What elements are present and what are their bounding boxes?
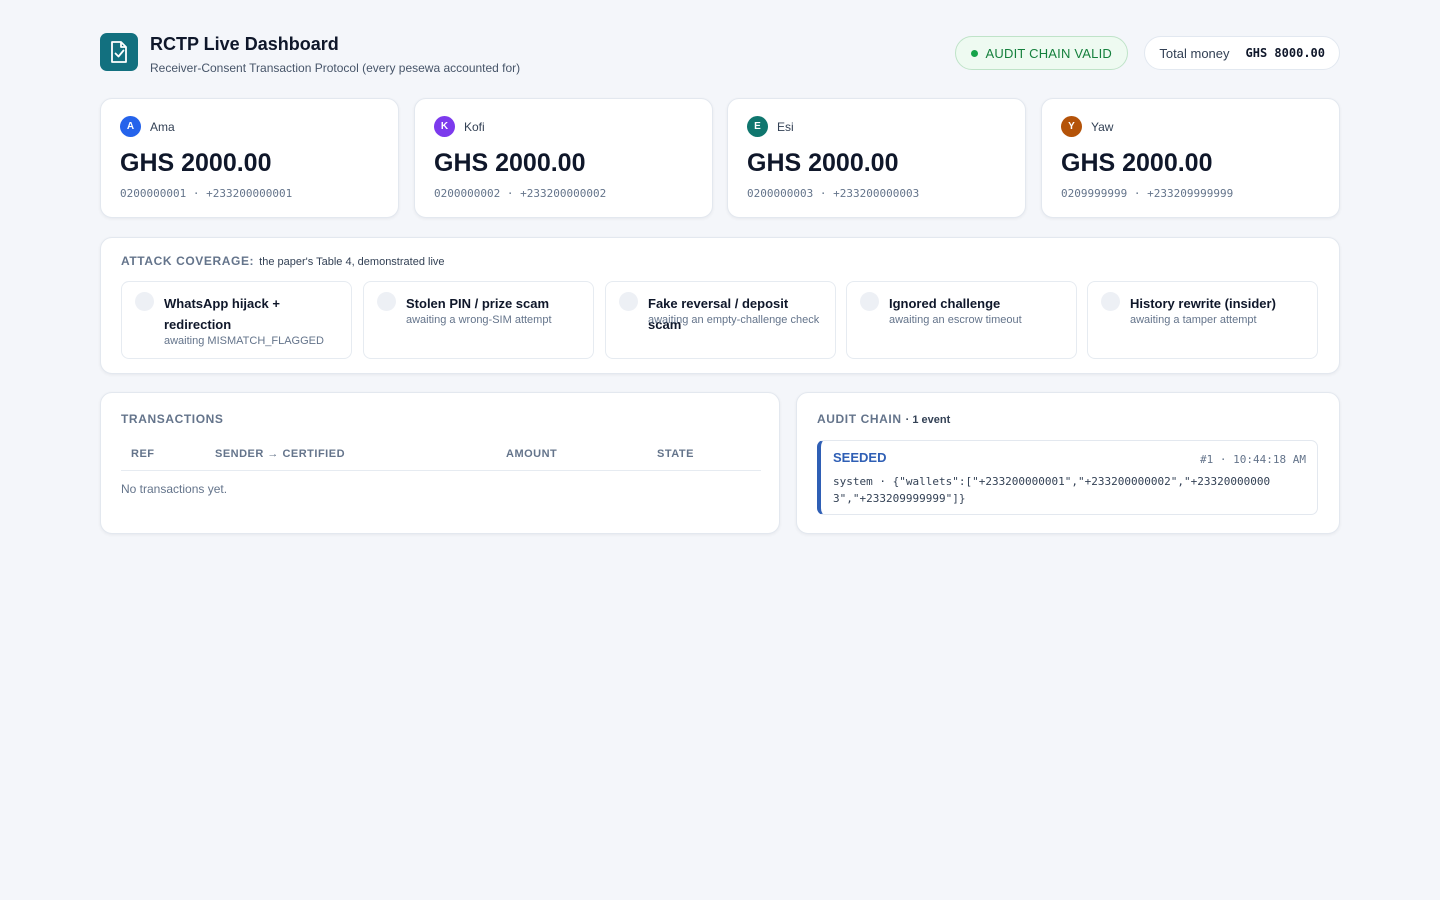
wallet-owner: E Esi — [747, 116, 794, 137]
section-label: AUDIT CHAIN — [817, 412, 902, 426]
attack-status: awaiting a tamper attempt — [1130, 314, 1257, 326]
attack-item-stolen-pin[interactable]: Stolen PIN / prize scam awaiting a wrong… — [363, 281, 594, 359]
attack-status: awaiting a wrong-SIM attempt — [406, 314, 552, 326]
pending-circle-icon — [377, 292, 396, 311]
column-header-sender[interactable]: SENDER → CERTIFIED — [215, 448, 345, 460]
wallet-name: Esi — [777, 119, 794, 134]
wallet-balance: GHS 2000.00 — [747, 149, 899, 177]
avatar: Y — [1061, 116, 1082, 137]
dashboard-header: RCTP Live Dashboard Receiver-Consent Tra… — [100, 33, 1340, 77]
attack-status: awaiting MISMATCH_FLAGGED — [164, 335, 324, 347]
column-header-state[interactable]: STATE — [657, 448, 694, 460]
attack-item-history-rewrite[interactable]: History rewrite (insider) awaiting a tam… — [1087, 281, 1318, 359]
wallet-ids: 0209999999 · +233209999999 — [1061, 187, 1234, 200]
wallet-name: Ama — [150, 119, 175, 134]
wallet-ids: 0200000001 · +233200000001 — [120, 187, 293, 200]
event-body: system · {"wallets":["+233200000001","+2… — [833, 475, 1271, 505]
attack-status: awaiting an empty-challenge check — [648, 314, 820, 326]
total-money-badge: Total money GHS 8000.00 — [1144, 36, 1340, 70]
avatar: E — [747, 116, 768, 137]
section-label: TRANSACTIONS — [121, 412, 224, 426]
wallet-ids: 0200000003 · +233200000003 — [747, 187, 920, 200]
pending-circle-icon — [1101, 292, 1120, 311]
event-type: SEEDED — [833, 450, 887, 465]
page-title: RCTP Live Dashboard — [150, 34, 339, 54]
wallet-balance: GHS 2000.00 — [434, 149, 586, 177]
event-meta: #1 · 10:44:18 AM — [1200, 453, 1306, 466]
status-dot-icon — [970, 49, 978, 57]
wallet-ids: 0200000002 · +233200000002 — [434, 187, 607, 200]
empty-state-text: No transactions yet. — [121, 482, 228, 496]
audit-chain-panel: AUDIT CHAIN · 1 event SEEDED #1 · 10:44:… — [796, 392, 1340, 534]
transactions-panel: TRANSACTIONS REF SENDER → CERTIFIED AMOU… — [100, 392, 780, 534]
wallet-card-esi[interactable]: E Esi GHS 2000.00 0200000003 · +23320000… — [727, 98, 1026, 218]
attack-coverage-header: ATTACK COVERAGE: the paper's Table 4, de… — [121, 254, 445, 268]
attack-coverage-panel: ATTACK COVERAGE: the paper's Table 4, de… — [100, 237, 1340, 374]
attack-item-whatsapp-hijack[interactable]: WhatsApp hijack + redirection awaiting M… — [121, 281, 352, 359]
event-count: · 1 event — [905, 414, 951, 426]
attack-name: History rewrite (insider) — [1130, 296, 1276, 311]
avatar: K — [434, 116, 455, 137]
wallet-balance: GHS 2000.00 — [1061, 149, 1213, 177]
wallet-owner: K Kofi — [434, 116, 485, 137]
section-label: ATTACK COVERAGE: — [121, 254, 255, 268]
wallet-card-ama[interactable]: A Ama GHS 2000.00 0200000001 · +23320000… — [100, 98, 399, 218]
pending-circle-icon — [619, 292, 638, 311]
transactions-table-header: REF SENDER → CERTIFIED AMOUNT STATE — [121, 447, 761, 471]
attack-name: WhatsApp hijack + redirection — [164, 296, 280, 332]
wallet-card-kofi[interactable]: K Kofi GHS 2000.00 0200000002 · +2332000… — [414, 98, 713, 218]
column-header-ref[interactable]: REF — [131, 448, 155, 460]
audit-status-label: AUDIT CHAIN VALID — [985, 45, 1112, 61]
page-subtitle: Receiver-Consent Transaction Protocol (e… — [150, 61, 521, 75]
attack-item-fake-reversal[interactable]: Fake reversal / deposit scam awaiting an… — [605, 281, 836, 359]
attack-name: Stolen PIN / prize scam — [406, 296, 550, 311]
pending-circle-icon — [860, 292, 879, 311]
attack-name: Ignored challenge — [889, 296, 1001, 311]
wallet-name: Kofi — [464, 119, 485, 134]
attack-status: awaiting an escrow timeout — [889, 314, 1022, 326]
wallet-owner: Y Yaw — [1061, 116, 1113, 137]
document-check-icon — [100, 33, 138, 71]
total-money-label: Total money — [1159, 45, 1230, 61]
wallet-balance: GHS 2000.00 — [120, 149, 272, 177]
avatar: A — [120, 116, 141, 137]
audit-status-badge[interactable]: AUDIT CHAIN VALID — [954, 36, 1128, 70]
wallet-name: Yaw — [1091, 119, 1114, 134]
pending-circle-icon — [135, 292, 154, 311]
total-money-value: GHS 8000.00 — [1245, 46, 1325, 60]
attack-item-ignored-challenge[interactable]: Ignored challenge awaiting an escrow tim… — [846, 281, 1077, 359]
audit-event[interactable]: SEEDED #1 · 10:44:18 AM system · {"walle… — [817, 440, 1318, 515]
wallet-owner: A Ama — [120, 116, 175, 137]
column-header-amount[interactable]: AMOUNT — [506, 448, 557, 460]
wallet-card-yaw[interactable]: Y Yaw GHS 2000.00 0209999999 · +23320999… — [1041, 98, 1340, 218]
section-note: the paper's Table 4, demonstrated live — [259, 256, 445, 268]
audit-chain-header: AUDIT CHAIN · 1 event — [817, 412, 950, 426]
